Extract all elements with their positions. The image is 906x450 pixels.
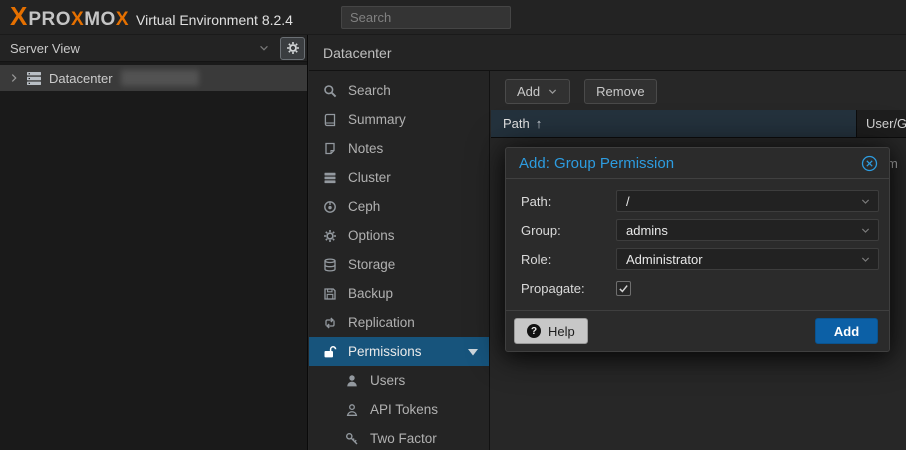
role-field-label: Role: [521, 252, 616, 267]
key-icon [344, 432, 360, 446]
nav-item-storage[interactable]: Storage [309, 250, 489, 279]
submit-add-button[interactable]: Add [815, 318, 878, 344]
group-field-row: Group: admins [521, 219, 879, 241]
add-group-permission-dialog: Add: Group Permission Path: / Group: adm… [505, 147, 890, 352]
propagate-field-label: Propagate: [521, 281, 616, 296]
proxmox-app: X PROXMOX Virtual Environment 8.2.4 Serv… [0, 0, 906, 450]
nav-item-api-tokens[interactable]: API Tokens [309, 395, 489, 424]
group-field-label: Group: [521, 223, 616, 238]
column-header-path[interactable]: Path ↑ [491, 110, 857, 137]
view-bar: Server View [0, 35, 307, 62]
close-icon [861, 155, 878, 172]
gear-icon [286, 41, 300, 55]
resource-tree-panel: Server View [0, 35, 308, 450]
nav-item-search[interactable]: Search [309, 76, 489, 105]
dialog-title: Add: Group Permission [519, 155, 674, 172]
global-search-input[interactable] [341, 6, 511, 29]
resource-tree: Datacenter [0, 62, 307, 91]
dialog-footer: ? Help Add [506, 310, 889, 351]
group-value: admins [626, 223, 668, 238]
nav-item-ceph[interactable]: Ceph [309, 192, 489, 221]
unlock-icon [322, 345, 338, 359]
datacenter-nav: Search Summary Notes Cluster Ceph Option… [309, 71, 490, 450]
user-outline-icon [344, 403, 360, 417]
caret-down-icon[interactable] [467, 347, 479, 357]
nav-item-notes[interactable]: Notes [309, 134, 489, 163]
propagate-checkbox[interactable] [616, 281, 631, 296]
remove-button[interactable]: Remove [584, 79, 656, 104]
nav-item-replication[interactable]: Replication [309, 308, 489, 337]
close-button[interactable] [861, 155, 878, 172]
proxmox-logo: X PROXMOX Virtual Environment 8.2.4 [10, 3, 293, 31]
chevron-down-icon [258, 42, 270, 54]
checkmark-icon [618, 283, 629, 294]
help-button[interactable]: ? Help [514, 318, 588, 344]
role-combobox[interactable]: Administrator [616, 248, 879, 270]
column-header-usergroup[interactable]: User/G [857, 110, 906, 137]
nav-item-two-factor[interactable]: Two Factor [309, 424, 489, 450]
redacted-text [121, 70, 199, 86]
nav-item-summary[interactable]: Summary [309, 105, 489, 134]
role-field-row: Role: Administrator [521, 248, 879, 270]
sort-ascending-icon: ↑ [536, 116, 543, 131]
nav-item-backup[interactable]: Backup [309, 279, 489, 308]
question-circle-icon: ? [527, 324, 541, 338]
server-icon [26, 71, 42, 86]
page-title: Datacenter [323, 45, 391, 61]
note-icon [322, 142, 338, 156]
path-field-row: Path: / [521, 190, 879, 212]
path-combobox[interactable]: / [616, 190, 879, 212]
user-icon [344, 374, 360, 388]
chevron-down-icon [860, 254, 871, 265]
book-icon [322, 113, 338, 127]
grid-header: Path ↑ User/G [491, 110, 906, 138]
grid-toolbar: Add Remove [491, 71, 906, 110]
chevron-down-icon [860, 225, 871, 236]
view-selector-label: Server View [10, 41, 80, 56]
version-text: Virtual Environment 8.2.4 [136, 12, 293, 28]
nav-item-users[interactable]: Users [309, 366, 489, 395]
search-icon [322, 84, 338, 98]
nav-item-cluster[interactable]: Cluster [309, 163, 489, 192]
tree-item-datacenter[interactable]: Datacenter [0, 65, 307, 91]
add-button[interactable]: Add [505, 79, 570, 104]
brand-text: PROXMOX [28, 9, 129, 31]
tree-settings-button[interactable] [280, 37, 305, 60]
path-value: / [626, 194, 630, 209]
group-combobox[interactable]: admins [616, 219, 879, 241]
floppy-icon [322, 287, 338, 301]
dialog-title-bar: Add: Group Permission [506, 148, 889, 179]
content-title-bar: Datacenter [309, 35, 906, 71]
path-field-label: Path: [521, 194, 616, 209]
proxmox-x-icon: X [10, 3, 27, 29]
tree-item-label: Datacenter [49, 71, 113, 86]
gear-icon [322, 229, 338, 243]
database-icon [322, 258, 338, 272]
view-selector[interactable]: Server View [0, 35, 278, 61]
propagate-field-row: Propagate: [521, 277, 879, 299]
chevron-right-icon[interactable] [8, 72, 24, 84]
sync-arrows-icon [322, 316, 338, 330]
role-value: Administrator [626, 252, 703, 267]
chevron-down-icon [547, 86, 558, 97]
top-bar: X PROXMOX Virtual Environment 8.2.4 [0, 0, 906, 35]
nav-item-permissions[interactable]: Permissions [309, 337, 489, 366]
chevron-down-icon [860, 196, 871, 207]
nav-item-options[interactable]: Options [309, 221, 489, 250]
cluster-icon [322, 171, 338, 185]
ceph-icon [322, 200, 338, 214]
